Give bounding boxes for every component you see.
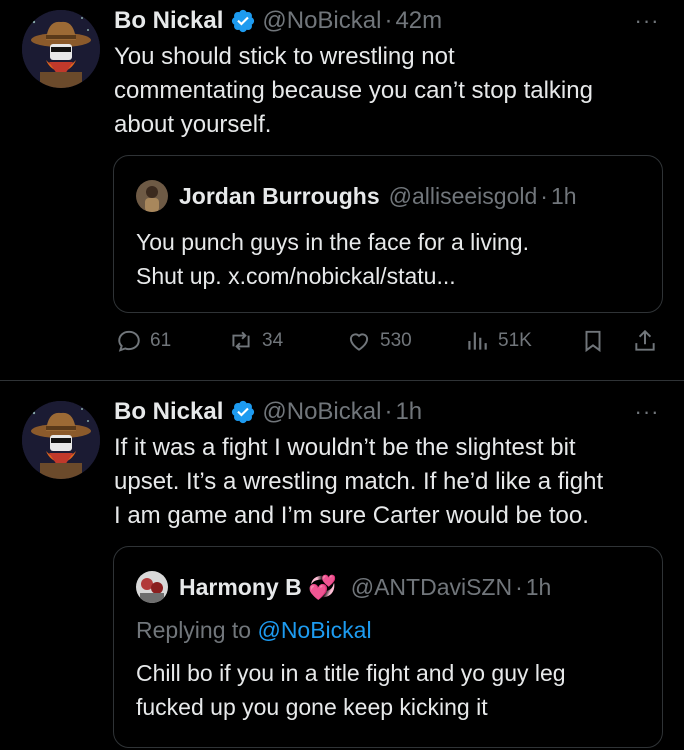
author-handle[interactable]: @NoBickal — [262, 398, 381, 426]
quoted-tweet-header: Harmony B 💞 @ANTDaviSZN · 1h — [136, 571, 551, 603]
like-count: 530 — [380, 330, 412, 351]
quoted-tweet[interactable]: Jordan Burroughs @alliseeisgold · 1h You… — [113, 155, 663, 313]
reply-icon — [118, 330, 140, 352]
quoted-author-handle: @ANTDaviSZN — [350, 573, 513, 600]
separator: · — [384, 7, 393, 34]
tweet-text: If it was a fight I wouldn’t be the slig… — [114, 431, 664, 533]
repost-icon — [232, 331, 250, 351]
quoted-tweet[interactable]: Harmony B 💞 @ANTDaviSZN · 1h Replying to… — [113, 546, 663, 748]
tweet-text-line: about yourself. — [114, 111, 272, 138]
replying-to: Replying to @NoBickal — [136, 613, 646, 647]
timestamp[interactable]: 42m — [395, 7, 442, 35]
quoted-author-name: Harmony B 💞 — [179, 573, 337, 600]
analytics-icon — [468, 332, 487, 350]
reply-button[interactable]: 61 — [116, 328, 171, 354]
tweet-text-line: upset. It’s a wrestling match. If he’d l… — [114, 468, 604, 495]
tweet-text-line: If it was a fight I wouldn’t be the slig… — [114, 434, 576, 461]
tweet-header: Bo Nickal @NoBickal · 42m — [114, 4, 442, 38]
quoted-author-handle: @alliseeisgold — [388, 182, 538, 209]
avatar[interactable] — [22, 401, 100, 479]
more-options-icon[interactable]: ··· — [632, 399, 662, 424]
separator: · — [384, 398, 393, 425]
quoted-author-name: Jordan Burroughs — [179, 182, 380, 209]
views-button[interactable]: 51K — [464, 328, 532, 354]
reply-count: 61 — [150, 330, 172, 351]
replying-to-handle[interactable]: @NoBickal — [257, 617, 371, 643]
tweet-text-line: You should stick to wrestling not — [114, 43, 455, 70]
repost-count: 34 — [262, 330, 284, 351]
avatar[interactable] — [22, 10, 100, 88]
views-count: 51K — [498, 330, 532, 351]
quoted-tweet-text: Chill bo if you in a title fight and yo … — [136, 656, 646, 724]
quoted-timestamp: 1h — [525, 573, 552, 600]
share-button[interactable] — [632, 328, 666, 354]
more-options-icon[interactable]: ··· — [632, 8, 662, 33]
quoted-avatar — [136, 571, 168, 603]
author-name[interactable]: Bo Nickal — [114, 7, 223, 35]
tweet-text-line: I am game and I’m sure Carter would be t… — [114, 502, 589, 529]
bookmark-button[interactable] — [580, 328, 614, 354]
like-button[interactable]: 530 — [346, 328, 412, 354]
quoted-timestamp: 1h — [550, 182, 577, 209]
author-handle[interactable]: @NoBickal — [262, 7, 381, 35]
tweet[interactable]: Bo Nickal @NoBickal · 42m ··· You should… — [0, 0, 684, 380]
separator: · — [540, 182, 548, 209]
separator: · — [515, 573, 523, 600]
verified-badge-icon — [230, 399, 256, 425]
heart-icon — [349, 333, 369, 351]
quoted-text-line: Shut up. x.com/nobickal/statu... — [136, 263, 456, 289]
tweet-header: Bo Nickal @NoBickal · 1h — [114, 395, 422, 429]
quoted-text-line: fucked up you gone keep kicking it — [136, 694, 488, 720]
quoted-text-line: Chill bo if you in a title fight and yo … — [136, 660, 566, 686]
replying-to-label: Replying to — [136, 617, 258, 643]
repost-button[interactable]: 34 — [228, 328, 283, 354]
share-icon — [635, 329, 655, 351]
timestamp[interactable]: 1h — [395, 398, 422, 426]
tweet-text: You should stick to wrestling not commen… — [114, 40, 664, 142]
quoted-text-line: You punch guys in the face for a living. — [136, 229, 529, 255]
tweet-text-line: commentating because you can’t stop talk… — [114, 77, 593, 104]
quoted-avatar — [136, 180, 168, 212]
author-name[interactable]: Bo Nickal — [114, 398, 223, 426]
quoted-tweet-text: You punch guys in the face for a living.… — [136, 225, 646, 293]
quoted-tweet-header: Jordan Burroughs @alliseeisgold · 1h — [136, 180, 577, 212]
bookmark-icon — [585, 330, 601, 353]
tweet[interactable]: Bo Nickal @NoBickal · 1h ··· If it was a… — [0, 381, 684, 750]
tweet-actions: 61 34 530 51K — [114, 322, 664, 362]
verified-badge-icon — [230, 8, 256, 34]
